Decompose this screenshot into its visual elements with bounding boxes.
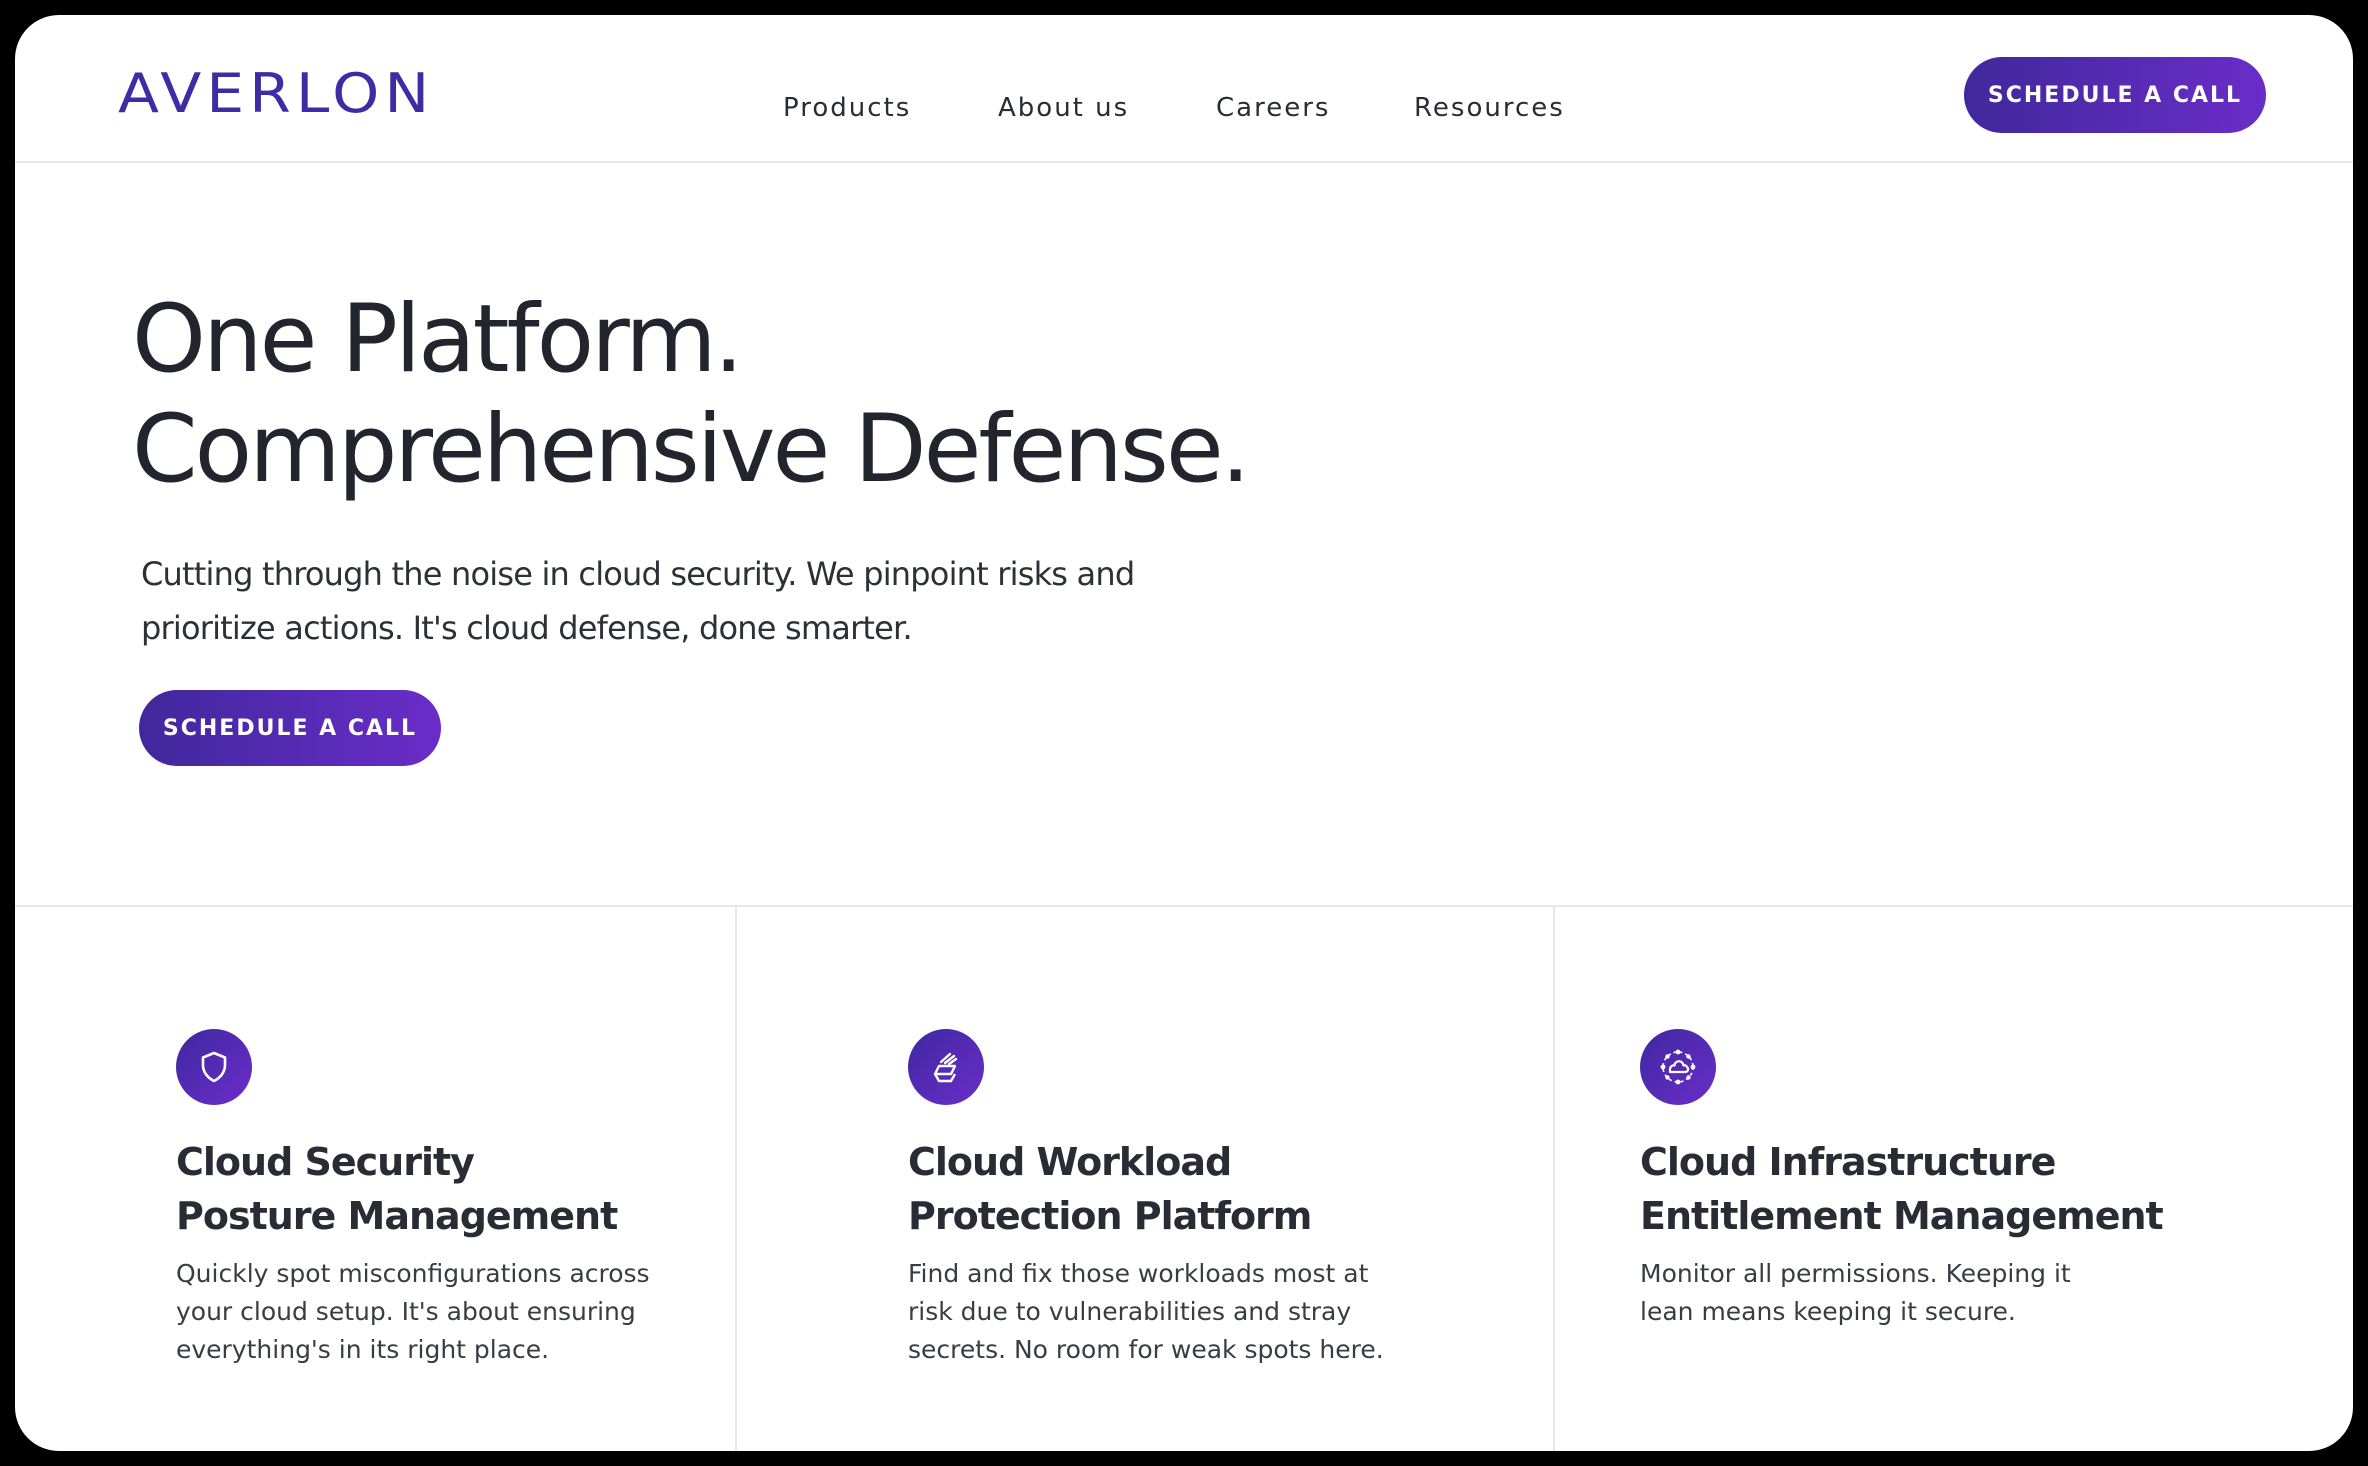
hero-title-line-1: One Platform. — [132, 285, 744, 394]
hero-title-line-2: Comprehensive Defense. — [132, 395, 1251, 504]
features-section: Cloud Security Posture Management Quickl… — [15, 905, 2353, 1451]
feature-title-line-2: Posture Management — [176, 1194, 618, 1238]
hero-subtitle-line-1: Cutting through the noise in cloud secur… — [141, 555, 1135, 593]
feature-divider — [1553, 907, 1555, 1451]
feature-title-line-1: Cloud Security — [176, 1140, 475, 1184]
hero-schedule-call-button[interactable]: SCHEDULE A CALL — [139, 690, 441, 766]
layers-icon — [908, 1029, 984, 1105]
feature-description: Find and fix those workloads most at ris… — [908, 1259, 1384, 1364]
site-header: AVERLON Products About us Careers Resour… — [15, 15, 2353, 163]
shield-icon — [176, 1029, 252, 1105]
hero-subtitle: Cutting through the noise in cloud secur… — [141, 547, 1141, 655]
feature-description: Quickly spot misconfigurations across yo… — [176, 1259, 650, 1364]
feature-card-ciem: Cloud Infrastructure Entitlement Managem… — [1640, 907, 2320, 1451]
feature-title-line-2: Protection Platform — [908, 1194, 1312, 1238]
cloud-network-icon — [1640, 1029, 1716, 1105]
feature-title-line-1: Cloud Workload — [908, 1140, 1232, 1184]
feature-title-line-2: Entitlement Management — [1640, 1194, 2164, 1238]
hero-title: One Platform. Comprehensive Defense. — [132, 285, 1251, 505]
hero-subtitle-line-2: prioritize actions. It's cloud defense, … — [141, 609, 913, 647]
feature-title-line-1: Cloud Infrastructure — [1640, 1140, 2056, 1184]
nav-item-resources[interactable]: Resources — [1414, 93, 1565, 123]
header-schedule-call-button[interactable]: SCHEDULE A CALL — [1964, 57, 2266, 133]
nav-item-careers[interactable]: Careers — [1216, 93, 1330, 123]
nav-item-products[interactable]: Products — [783, 93, 911, 123]
feature-title: Cloud Infrastructure Entitlement Managem… — [1640, 1135, 2280, 1243]
browser-frame: AVERLON Products About us Careers Resour… — [15, 15, 2353, 1451]
nav-item-about-us[interactable]: About us — [998, 93, 1129, 123]
feature-card-cwpp: Cloud Workload Protection Platform Find … — [908, 907, 1508, 1451]
feature-title: Cloud Security Posture Management — [176, 1135, 816, 1243]
feature-description: Monitor all permissions. Keeping it lean… — [1640, 1259, 2071, 1326]
feature-card-cspm: Cloud Security Posture Management Quickl… — [176, 907, 716, 1451]
feature-title: Cloud Workload Protection Platform — [908, 1135, 1548, 1243]
